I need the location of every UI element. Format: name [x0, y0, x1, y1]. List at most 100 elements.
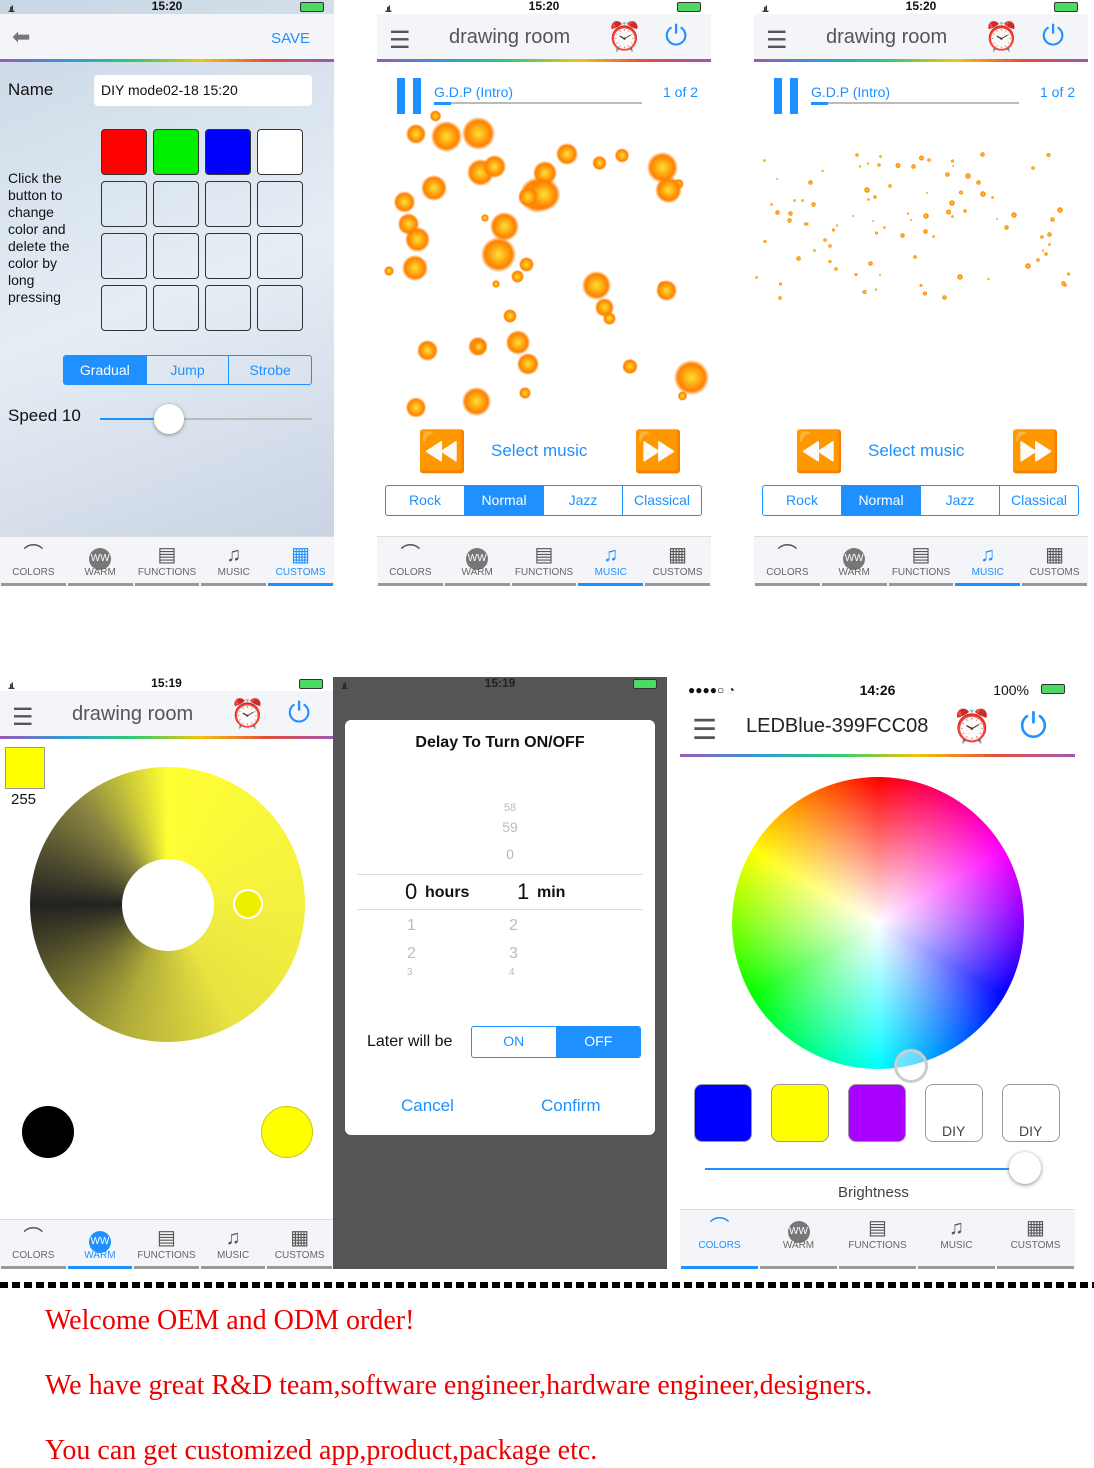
on-option[interactable]: ON	[472, 1027, 556, 1057]
genre-jazz[interactable]: Jazz	[920, 486, 999, 515]
diy-slot[interactable]: DIY	[1002, 1084, 1060, 1142]
confirm-button[interactable]: Confirm	[541, 1096, 601, 1116]
mode-strobe[interactable]: Strobe	[228, 356, 311, 384]
color-slot[interactable]	[205, 129, 251, 175]
cancel-button[interactable]: Cancel	[401, 1096, 454, 1116]
mins-picker-below[interactable]: 234	[509, 912, 518, 978]
diy-slot[interactable]: DIY	[925, 1084, 983, 1142]
tab-colors[interactable]: ⌒ COLORS	[1, 537, 66, 586]
genre-normal[interactable]: Normal	[841, 486, 920, 515]
empty-color-slot[interactable]	[257, 233, 303, 279]
alarm-icon[interactable]: ⏰	[607, 20, 642, 53]
tab-functions[interactable]: ▤ FUNCTIONS	[839, 1210, 916, 1269]
power-icon[interactable]: ⏻	[1020, 707, 1047, 746]
tab-colors[interactable]: ⌒ COLORS	[755, 537, 820, 586]
slider-thumb[interactable]	[1009, 1152, 1041, 1184]
tab-functions[interactable]: ▤ FUNCTIONS	[134, 1220, 199, 1269]
empty-color-slot[interactable]	[101, 233, 147, 279]
preset-color[interactable]	[694, 1084, 752, 1142]
pause-icon[interactable]	[774, 78, 798, 114]
tab-warm[interactable]: WW WARM	[67, 1220, 133, 1269]
empty-color-slot[interactable]	[153, 233, 199, 279]
previous-icon[interactable]: ⏪	[417, 428, 467, 475]
color-slot[interactable]	[257, 129, 303, 175]
previous-icon[interactable]: ⏪	[794, 428, 844, 475]
min-picker-above[interactable]: 58 59 0	[499, 802, 521, 868]
menu-icon[interactable]: ☰	[389, 26, 411, 55]
empty-color-slot[interactable]	[205, 233, 251, 279]
tab-warm[interactable]: WW WARM	[821, 537, 887, 586]
tab-customs[interactable]: ▦ CUSTOMS	[268, 537, 333, 586]
power-icon[interactable]: ⏻	[665, 20, 687, 53]
genre-rock[interactable]: Rock	[386, 486, 464, 515]
tab-functions[interactable]: ▤ FUNCTIONS	[134, 537, 200, 586]
name-input[interactable]: DIY mode02-18 15:20	[94, 75, 312, 106]
alarm-icon[interactable]: ⏰	[952, 707, 992, 745]
empty-color-slot[interactable]	[257, 181, 303, 227]
tab-colors[interactable]: ⌒ COLORS	[1, 1220, 66, 1269]
hours-picker-below[interactable]: 123	[407, 912, 416, 978]
next-icon[interactable]: ⏩	[633, 428, 683, 475]
genre-rock[interactable]: Rock	[763, 486, 841, 515]
genre-classical[interactable]: Classical	[622, 486, 701, 515]
tab-customs[interactable]: ▦ CUSTOMS	[645, 537, 710, 586]
tab-functions[interactable]: ▤ FUNCTIONS	[888, 537, 954, 586]
genre-jazz[interactable]: Jazz	[543, 486, 622, 515]
tab-customs[interactable]: ▦ CUSTOMS	[267, 1220, 332, 1269]
empty-color-slot[interactable]	[101, 285, 147, 331]
tab-music[interactable]: ♫ MUSIC	[955, 537, 1021, 586]
tab-warm[interactable]: WW WARM	[67, 537, 133, 586]
slider-thumb[interactable]	[154, 404, 184, 434]
track-progress[interactable]	[434, 102, 642, 105]
empty-color-slot[interactable]	[153, 285, 199, 331]
color-slot[interactable]	[153, 129, 199, 175]
tab-colors[interactable]: ⌒ COLORS	[681, 1210, 758, 1269]
wheel-handle[interactable]	[233, 889, 263, 919]
alarm-icon[interactable]: ⏰	[230, 697, 265, 730]
genre-normal[interactable]: Normal	[464, 486, 543, 515]
tab-customs[interactable]: ▦ CUSTOMS	[997, 1210, 1074, 1269]
warm-wheel[interactable]	[30, 767, 305, 1042]
tab-colors[interactable]: ⌒ COLORS	[378, 537, 443, 586]
tab-customs[interactable]: ▦ CUSTOMS	[1022, 537, 1087, 586]
tab-music[interactable]: ♫ MUSIC	[578, 537, 644, 586]
yellow-button[interactable]	[261, 1106, 313, 1158]
next-icon[interactable]: ⏩	[1010, 428, 1060, 475]
empty-color-slot[interactable]	[101, 181, 147, 227]
mode-gradual[interactable]: Gradual	[64, 356, 146, 384]
wheel-handle[interactable]	[894, 1049, 928, 1083]
tab-functions[interactable]: ▤ FUNCTIONS	[511, 537, 577, 586]
alarm-icon[interactable]: ⏰	[984, 20, 1019, 53]
preset-color[interactable]	[848, 1084, 906, 1142]
preset-color[interactable]	[771, 1084, 829, 1142]
brightness-slider[interactable]	[705, 1152, 1041, 1184]
back-arrow-icon[interactable]: ⬅	[12, 24, 30, 50]
tab-warm[interactable]: WW WARM	[760, 1210, 837, 1269]
mode-jump[interactable]: Jump	[145, 356, 229, 384]
color-wheel[interactable]	[732, 777, 1024, 1083]
tab-music[interactable]: ♫ MUSIC	[201, 537, 267, 586]
empty-color-slot[interactable]	[205, 285, 251, 331]
tab-warm[interactable]: WW WARM	[444, 537, 510, 586]
pause-icon[interactable]	[397, 78, 421, 114]
power-icon[interactable]: ⏻	[288, 697, 310, 730]
menu-icon[interactable]: ☰	[766, 26, 788, 55]
save-button[interactable]: SAVE	[271, 30, 310, 47]
color-slot[interactable]	[101, 129, 147, 175]
tab-music[interactable]: ♫ MUSIC	[918, 1210, 995, 1269]
speed-slider[interactable]	[100, 404, 312, 434]
picker-selection[interactable]: 0 hours 1 min	[357, 874, 643, 910]
empty-color-slot[interactable]	[153, 181, 199, 227]
track-progress[interactable]	[811, 102, 1019, 105]
off-option[interactable]: OFF	[555, 1027, 640, 1057]
select-music-button[interactable]: Select music	[491, 441, 587, 461]
menu-icon[interactable]: ☰	[12, 703, 34, 732]
power-icon[interactable]: ⏻	[1042, 20, 1064, 53]
select-music-button[interactable]: Select music	[868, 441, 964, 461]
empty-color-slot[interactable]	[257, 285, 303, 331]
tab-music[interactable]: ♫ MUSIC	[200, 1220, 266, 1269]
black-button[interactable]	[22, 1106, 74, 1158]
menu-icon[interactable]: ☰	[692, 713, 717, 746]
empty-color-slot[interactable]	[205, 181, 251, 227]
genre-classical[interactable]: Classical	[999, 486, 1078, 515]
